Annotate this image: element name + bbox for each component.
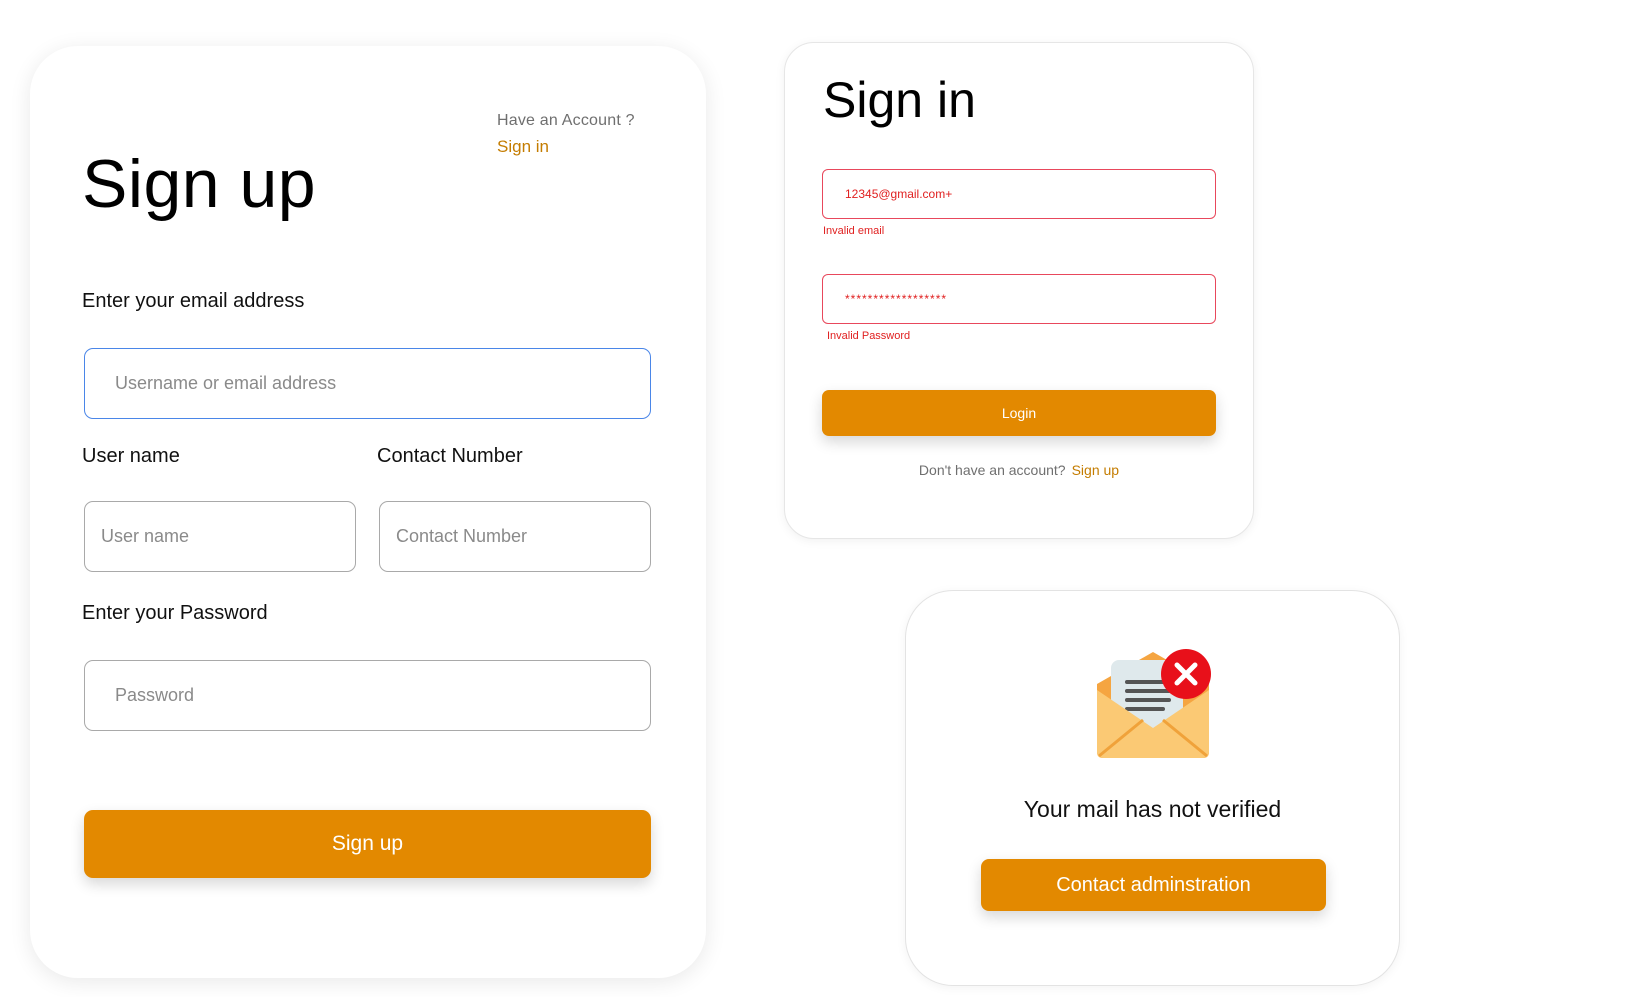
signup-button[interactable]: Sign up xyxy=(84,810,651,878)
signin-password-input[interactable] xyxy=(822,274,1216,324)
have-account-text: Have an Account ? xyxy=(497,112,635,129)
no-account-row: Don't have an account? Sign up xyxy=(785,462,1253,478)
contact-administration-button[interactable]: Contact adminstration xyxy=(981,859,1326,911)
email-input[interactable] xyxy=(84,348,651,419)
mail-not-verified-card: Your mail has not verified Contact admin… xyxy=(905,590,1400,986)
password-label: Enter your Password xyxy=(82,602,268,624)
signin-card: Sign in Invalid email Invalid Password L… xyxy=(784,42,1254,539)
password-error-message: Invalid Password xyxy=(827,330,911,342)
contact-number-input[interactable] xyxy=(379,501,651,572)
signin-link[interactable]: Sign in xyxy=(497,137,549,157)
login-button[interactable]: Login xyxy=(822,390,1216,436)
password-input[interactable] xyxy=(84,660,651,731)
no-account-text: Don't have an account? xyxy=(918,462,1066,478)
mail-not-verified-message: Your mail has not verified xyxy=(1023,796,1282,822)
email-error-message: Invalid email xyxy=(823,225,885,237)
signup-card: Have an Account ? Sign in Sign up Enter … xyxy=(30,46,706,978)
contact-label: Contact Number xyxy=(377,445,523,467)
mail-error-icon xyxy=(1097,649,1211,758)
email-label: Enter your email address xyxy=(82,290,305,312)
signin-title: Sign in xyxy=(823,72,976,128)
username-label: User name xyxy=(82,445,180,467)
username-input[interactable] xyxy=(84,501,356,572)
signin-email-input[interactable] xyxy=(822,169,1216,219)
signup-link[interactable]: Sign up xyxy=(1072,462,1119,478)
signup-title: Sign up xyxy=(82,146,317,222)
